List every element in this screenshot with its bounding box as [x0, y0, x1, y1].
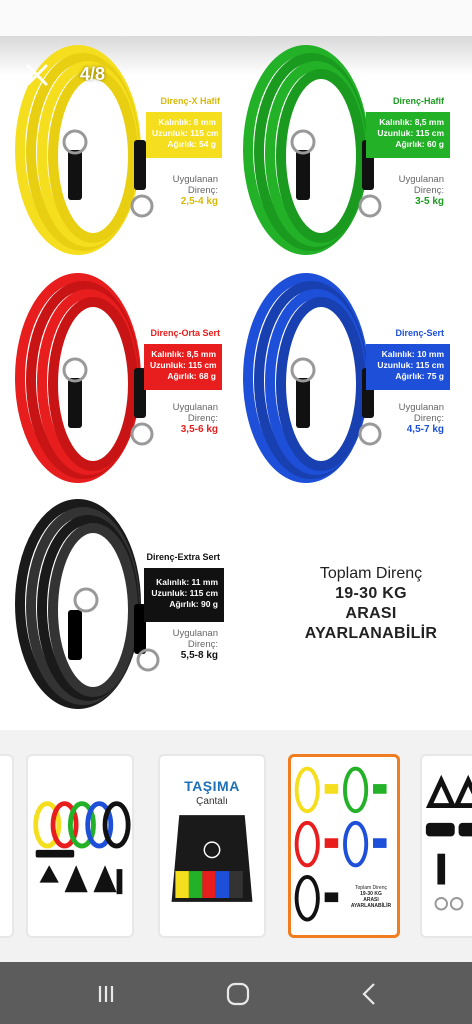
band-5-length: Uzunluk: 115 cm	[151, 588, 218, 598]
band-4-title: Direnç-Sert	[395, 328, 444, 338]
band-2-thickness: Kalınlık: 8,5 mm	[379, 117, 444, 127]
band-5-thickness: Kalınlık: 11 mm	[156, 577, 218, 587]
thumbnail-bands-set[interactable]	[26, 754, 134, 938]
image-counter: 4/8	[80, 64, 106, 84]
band-4-res-label: Uygulanan Direnç:	[346, 402, 444, 424]
res-label-line1: Uygulanan	[172, 174, 218, 185]
band-2-res-label: Uygulanan Direnç:	[346, 174, 444, 196]
total-line-1: Toplam Direnç	[319, 565, 423, 582]
mini-total-4: AYARLANABİLİR	[350, 903, 392, 909]
system-navbar	[0, 962, 472, 1024]
home-icon[interactable]	[222, 978, 254, 1010]
res-label-line2: Direnç:	[187, 639, 218, 650]
status-bar	[0, 0, 472, 36]
res-label-line2: Direnç:	[187, 413, 218, 424]
band-5-title: Direnç-Extra Sert	[146, 552, 220, 562]
res-label-line1: Uygulanan	[398, 174, 444, 185]
band-5-spec-box: Kalınlık: 11 mm Uzunluk: 115 cm Ağırlık:…	[144, 568, 224, 622]
total-resistance-text: Toplam Direnç 19-30 KG ARASI AYARLANABİL…	[286, 564, 456, 644]
band-red-image	[8, 268, 158, 488]
res-label-line2: Direnç:	[187, 185, 218, 196]
band-4-spec-box: Kalınlık: 10 mm Uzunluk: 115 cm Ağırlık:…	[366, 344, 450, 390]
band-1-thickness: Kalınlık: 8 mm	[158, 117, 216, 127]
band-5-res-value: 5,5-8 kg	[180, 650, 218, 661]
band-1-res-label: Uygulanan Direnç:	[120, 174, 218, 196]
thumbnail-prev-partial[interactable]	[0, 754, 14, 938]
product-image[interactable]: Direnç-X Hafif Kalınlık: 8 mm Uzunluk: 1…	[0, 36, 472, 730]
band-1-title: Direnç-X Hafif	[160, 96, 220, 106]
thumbnail-current[interactable]: Toplam Direnç 19-30 KG ARASI AYARLANABİL…	[288, 754, 400, 938]
band-4-length: Uzunluk: 115 cm	[377, 360, 444, 370]
band-5-res-label: Uygulanan Direnç:	[120, 628, 218, 650]
bag-thumb-image	[171, 815, 253, 902]
band-5-weight: Ağırlık: 90 g	[169, 599, 218, 609]
total-line-4: AYARLANABİLİR	[304, 625, 438, 642]
band-4-weight: Ağırlık: 75 g	[395, 371, 444, 381]
bands-set-thumb-image	[33, 801, 131, 895]
band-3-thickness: Kalınlık: 8,5 mm	[151, 349, 216, 359]
band-2-title: Direnç-Hafif	[392, 96, 444, 106]
current-thumb-total: Toplam Direnç 19-30 KG ARASI AYARLANABİL…	[343, 885, 397, 909]
band-blue-image	[236, 268, 386, 488]
thumbnail-carry-bag[interactable]: TAŞIMA Çantalı	[158, 754, 266, 938]
band-1-weight: Ağırlık: 54 g	[167, 139, 216, 149]
band-3-spec-box: Kalınlık: 8,5 mm Uzunluk: 115 cm Ağırlık…	[144, 344, 222, 390]
band-green-image	[236, 40, 386, 260]
band-2-spec-box: Kalınlık: 8,5 mm Uzunluk: 115 cm Ağırlık…	[366, 112, 450, 158]
res-label-line1: Uygulanan	[172, 402, 218, 413]
back-icon[interactable]	[354, 978, 386, 1010]
close-icon[interactable]	[22, 60, 52, 90]
total-line-3: ARASI	[345, 605, 397, 622]
res-label-line2: Direnç:	[413, 185, 444, 196]
band-3-weight: Ağırlık: 68 g	[167, 371, 216, 381]
band-black-image	[8, 494, 160, 714]
recent-apps-icon[interactable]	[90, 978, 122, 1010]
res-label-line2: Direnç:	[413, 413, 444, 424]
res-label-line1: Uygulanan	[172, 628, 218, 639]
res-label-line1: Uygulanan	[398, 402, 444, 413]
handles-thumb-image	[425, 774, 472, 911]
thumbnail-handles[interactable]	[420, 754, 472, 938]
band-2-weight: Ağırlık: 60 g	[395, 139, 444, 149]
band-4-res-value: 4,5-7 kg	[406, 424, 444, 435]
band-1-spec-box: Kalınlık: 8 mm Uzunluk: 115 cm Ağırlık: …	[146, 112, 222, 158]
band-4-thickness: Kalınlık: 10 mm	[381, 349, 444, 359]
band-1-res-value: 2,5-4 kg	[180, 196, 218, 207]
band-3-title: Direnç-Orta Sert	[150, 328, 220, 338]
band-1-length: Uzunluk: 115 cm	[152, 128, 219, 138]
band-3-res-value: 3,5-6 kg	[180, 424, 218, 435]
band-2-length: Uzunluk: 115 cm	[377, 128, 444, 138]
thumbnail-strip[interactable]: TAŞIMA Çantalı Toplam Direnç 19-30 KG AR…	[0, 730, 472, 962]
band-2-res-value: 3-5 kg	[415, 196, 444, 207]
total-line-2: 19-30 KG	[335, 585, 407, 602]
band-3-length: Uzunluk: 115 cm	[150, 360, 217, 370]
band-3-res-label: Uygulanan Direnç:	[120, 402, 218, 424]
